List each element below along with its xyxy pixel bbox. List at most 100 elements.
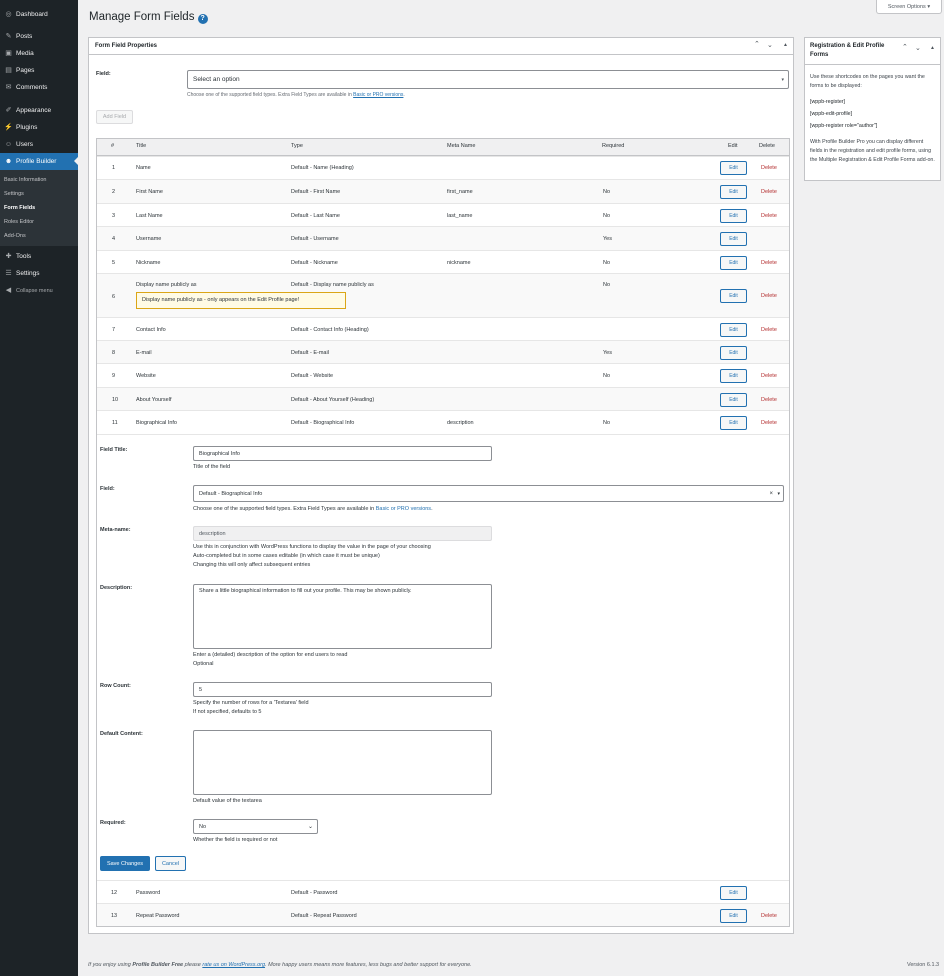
edit-button[interactable]: Edit (720, 232, 747, 246)
row-title: Display name publicly as (136, 282, 197, 288)
edit-button[interactable]: Edit (720, 416, 747, 430)
meta-name-label: Meta-name: (100, 527, 131, 533)
field-type-select-edit[interactable]: Default - Biographical Info × ▾ (193, 485, 784, 502)
description-hint: Enter a (detailed) description of the op… (193, 652, 348, 658)
delete-link[interactable]: Delete (761, 260, 777, 266)
clear-icon[interactable]: × (769, 491, 773, 497)
edit-button[interactable]: Edit (720, 393, 747, 407)
edit-button[interactable]: Edit (720, 909, 747, 923)
menu-label: Posts (16, 33, 33, 40)
row-meta: description (447, 420, 474, 426)
col-edit: Edit (728, 143, 738, 149)
row-title: Website (136, 373, 156, 379)
chevron-up-icon[interactable]: ⌃ (902, 43, 908, 51)
submenu-add-ons[interactable]: Add-Ons (4, 233, 26, 239)
edit-field-form: Field Title: Biographical Info Title of … (97, 434, 789, 880)
menu-posts[interactable]: ✎ Posts (0, 28, 78, 45)
menu-plugins[interactable]: ⚡ Plugins (0, 119, 78, 136)
submenu-basic-information[interactable]: Basic Information (4, 177, 47, 183)
add-field-button[interactable]: Add Field (96, 110, 133, 124)
delete-link[interactable]: Delete (761, 913, 777, 919)
field-type-select[interactable]: Select an option ▾ (187, 70, 789, 89)
table-row: 11 Biographical Info Default - Biographi… (97, 410, 789, 434)
menu-pages[interactable]: ▤ Pages (0, 62, 78, 79)
page-icon: ▤ (5, 67, 12, 74)
menu-label: Tools (16, 253, 32, 260)
meta-name-hint: Use this in conjunction with WordPress f… (193, 544, 431, 550)
delete-link[interactable]: Delete (761, 327, 777, 333)
collapse-toggle-icon[interactable]: ▲ (783, 42, 788, 48)
edit-button[interactable]: Edit (720, 256, 747, 270)
menu-users[interactable]: ☺ Users (0, 136, 78, 153)
delete-link[interactable]: Delete (761, 213, 777, 219)
delete-link[interactable]: Delete (761, 293, 777, 299)
cancel-button[interactable]: Cancel (155, 856, 186, 871)
delete-link[interactable]: Delete (761, 373, 777, 379)
edit-button[interactable]: Edit (720, 346, 747, 360)
table-row: 10 About Yourself Default - About Yourse… (97, 387, 789, 410)
description-textarea[interactable]: Share a little biographical information … (193, 584, 492, 649)
submenu-settings[interactable]: Settings (4, 191, 24, 197)
row-count-input[interactable]: 5 (193, 682, 492, 697)
edit-button[interactable]: Edit (720, 185, 747, 199)
menu-label: Plugins (16, 124, 38, 131)
delete-link[interactable]: Delete (761, 397, 777, 403)
row-type: Default - Display name publicly as (291, 282, 374, 288)
row-title: Contact Info (136, 327, 166, 333)
menu-comments[interactable]: ✉ Comments (0, 79, 78, 96)
screen-options-button[interactable]: Screen Options ▾ (876, 0, 942, 14)
menu-media[interactable]: ▣ Media (0, 45, 78, 62)
row-title: Biographical Info (136, 420, 177, 426)
menu-appearance[interactable]: ✐ Appearance (0, 102, 78, 119)
basic-pro-link[interactable]: Basic or PRO versions (353, 92, 403, 98)
edit-button[interactable]: Edit (720, 209, 747, 223)
menu-settings[interactable]: ☰ Settings (0, 265, 78, 282)
description-label: Description: (100, 585, 133, 591)
row-type: Default - First Name (291, 189, 341, 195)
edit-button[interactable]: Edit (720, 886, 747, 900)
form-field-properties-box: Form Field Properties ⌃ ⌄ ▲ Field: Selec… (88, 37, 794, 934)
delete-link[interactable]: Delete (761, 420, 777, 426)
field-title-input[interactable]: Biographical Info (193, 446, 492, 461)
row-title: E-mail (136, 350, 152, 356)
save-changes-button[interactable]: Save Changes (100, 856, 150, 871)
rate-us-link[interactable]: rate us on WordPress.org (202, 962, 265, 968)
menu-dashboard[interactable]: ◎ Dashboard (0, 6, 78, 23)
default-content-textarea[interactable] (193, 730, 492, 795)
table-header: # Title Type Meta Name Required Edit Del… (97, 139, 789, 156)
basic-pro-link[interactable]: Basic or PRO versions (376, 506, 431, 512)
col-required: Required (602, 143, 625, 149)
edit-button[interactable]: Edit (720, 161, 747, 175)
chevron-up-icon[interactable]: ⌃ (754, 40, 760, 48)
menu-profile-builder[interactable]: ☻ Profile Builder (0, 153, 78, 170)
submenu-form-fields[interactable]: Form Fields (4, 205, 35, 211)
dropdown-arrow-icon: ▾ (777, 490, 780, 497)
menu-label: Profile Builder (16, 158, 57, 165)
edit-button[interactable]: Edit (720, 289, 747, 303)
row-required: No (603, 420, 611, 426)
menu-collapse[interactable]: ◀ Collapse menu (0, 282, 78, 299)
edit-button[interactable]: Edit (720, 369, 747, 383)
help-icon[interactable]: ? (197, 14, 208, 24)
settings-icon: ☰ (5, 270, 12, 277)
delete-link[interactable]: Delete (761, 189, 777, 195)
row-type: Default - About Yourself (Heading) (291, 397, 375, 403)
menu-tools[interactable]: ✚ Tools (0, 248, 78, 265)
field-label: Field: (96, 71, 111, 77)
meta-name-input[interactable]: description (193, 526, 492, 541)
chevron-down-icon[interactable]: ⌄ (915, 44, 921, 52)
row-number: 1 (112, 165, 116, 171)
submenu-roles-editor[interactable]: Roles Editor (4, 219, 34, 225)
row-required: Yes (603, 350, 612, 356)
edit-button[interactable]: Edit (720, 323, 747, 337)
delete-link[interactable]: Delete (761, 165, 777, 171)
menu-label: Media (16, 50, 34, 57)
row-title: About Yourself (136, 397, 172, 403)
fields-table: # Title Type Meta Name Required Edit Del… (96, 138, 790, 927)
row-required: No (603, 213, 611, 219)
menu-label: Comments (16, 84, 48, 91)
collapse-toggle-icon[interactable]: ▲ (930, 45, 935, 51)
required-select[interactable]: No ⌄ (193, 819, 318, 834)
chevron-down-icon[interactable]: ⌄ (767, 41, 773, 49)
main-content: Manage Form Fields ? Screen Options ▾ Fo… (78, 0, 944, 976)
